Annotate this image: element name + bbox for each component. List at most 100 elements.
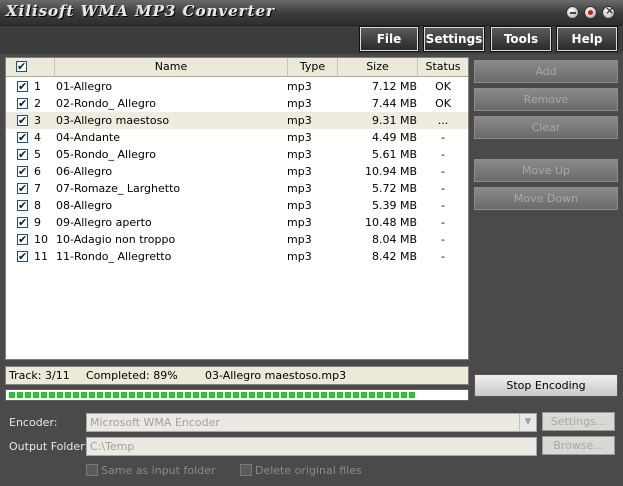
row-checkbox[interactable] [17,231,28,248]
row-number: 6 [34,165,41,178]
row-type: mp3 [287,165,312,178]
list-item[interactable]: 1 01-Allegro mp3 7.12 MB OK [6,78,468,95]
row-size: 7.44 MB [371,97,417,110]
list-item[interactable]: 4 04-Andante mp3 4.49 MB - [6,129,468,146]
row-type: mp3 [287,80,312,93]
row-type: mp3 [287,199,312,212]
row-status: - [441,216,445,229]
row-size: 4.49 MB [371,131,417,144]
row-number: 1 [34,80,41,93]
row-name: 06-Allegro [56,165,113,178]
row-number: 4 [34,131,41,144]
row-type: mp3 [287,114,312,127]
row-checkbox[interactable] [17,78,28,95]
header-status[interactable]: Status [418,58,468,76]
current-file-status: 03-Allegro maestoso.mp3 [205,369,347,382]
row-name: 11-Rondo_ Allegretto [56,250,172,263]
row-name: 01-Allegro [56,80,113,93]
row-checkbox[interactable] [17,163,28,180]
list-item[interactable]: 3 03-Allegro maestoso mp3 9.31 MB... [6,112,468,129]
row-status: - [441,131,445,144]
row-checkbox[interactable] [17,112,28,129]
list-item[interactable]: 11 11-Rondo_ Allegretto mp3 8.42 MB - [6,248,468,265]
progress-bar [5,389,469,401]
clear-button[interactable]: Clear [474,116,618,139]
row-checkbox[interactable] [17,197,28,214]
browse-button[interactable]: Browse... [542,436,615,455]
close-icon[interactable] [602,4,615,19]
menu-settings[interactable]: Settings [423,26,485,52]
header-select-all[interactable] [6,58,55,76]
list-item[interactable]: 10 10-Adagio non troppo mp3 8.04 MB - [6,231,468,248]
same-as-input-checkbox[interactable] [86,464,98,476]
output-folder-input[interactable]: C:\Temp [86,437,537,456]
list-item[interactable]: 8 08-Allegro mp3 5.39 MB - [6,197,468,214]
row-number: 7 [34,182,41,195]
row-type: mp3 [287,97,312,110]
completed-status: Completed: 89% [86,369,178,382]
maximize-icon[interactable] [584,6,597,19]
menu-tools[interactable]: Tools [490,26,552,52]
remove-button[interactable]: Remove [474,88,618,111]
delete-original-checkbox[interactable] [240,464,252,476]
row-checkbox[interactable] [17,214,28,231]
header-name[interactable]: Name [55,58,288,76]
header-type[interactable]: Type [288,58,338,76]
row-name: 10-Adagio non troppo [56,233,176,246]
row-number: 2 [34,97,41,110]
move-up-button[interactable]: Move Up [474,159,618,182]
row-type: mp3 [287,233,312,246]
move-down-button[interactable]: Move Down [474,187,618,210]
encoder-value: Microsoft WMA Encoder [90,416,220,429]
settings-panel: Encoder: Microsoft WMA Encoder ▼ Setting… [0,406,623,486]
row-type: mp3 [287,250,312,263]
row-type: mp3 [287,148,312,161]
list-item[interactable]: 6 06-Allegro mp3 10.94 MB - [6,163,468,180]
row-number: 11 [34,250,48,263]
list-item[interactable]: 2 02-Rondo_ Allegro mp3 7.44 MB OK [6,95,468,112]
row-status: - [441,148,445,161]
minimize-icon[interactable] [566,6,579,19]
add-button[interactable]: Add [474,60,618,83]
track-status: Track: 3/11 [9,369,70,382]
encoder-select[interactable]: Microsoft WMA Encoder ▼ [86,413,537,432]
status-bar: Track: 3/11 Completed: 89% 03-Allegro ma… [5,366,469,385]
encoder-settings-button[interactable]: Settings... [542,412,615,431]
row-number: 10 [34,233,48,246]
row-checkbox[interactable] [17,146,28,163]
row-checkbox[interactable] [17,180,28,197]
row-number: 8 [34,199,41,212]
same-as-input-label: Same as input folder [101,464,216,477]
header-size[interactable]: Size [338,58,418,76]
row-size: 7.12 MB [371,80,417,93]
file-list[interactable]: Name Type Size Status 1 01-Allegro mp3 7.12… [5,57,469,360]
row-size: 5.72 MB [371,182,417,195]
row-checkbox[interactable] [17,129,28,146]
row-status: - [441,165,445,178]
row-checkbox[interactable] [17,248,28,265]
row-type: mp3 [287,182,312,195]
menu-file[interactable]: File [359,26,419,52]
list-item[interactable]: 7 07-Romaze_ Larghetto mp3 5.72 MB - [6,180,468,197]
row-status: ... [437,114,449,127]
list-item[interactable]: 5 05-Rondo_ Allegro mp3 5.61 MB - [6,146,468,163]
row-name: 08-Allegro [56,199,113,212]
row-type: mp3 [287,131,312,144]
chevron-down-icon[interactable]: ▼ [519,414,536,431]
title-bar[interactable]: Xilisoft WMA MP3 Converter [0,0,623,26]
delete-original-label: Delete original files [255,464,362,477]
row-size: 8.04 MB [371,233,417,246]
select-all-checkbox[interactable] [16,58,27,76]
row-name: 05-Rondo_ Allegro [56,148,156,161]
menu-help[interactable]: Help [556,26,618,52]
stop-encoding-button[interactable]: Stop Encoding [474,374,618,397]
row-number: 5 [34,148,41,161]
row-checkbox[interactable] [17,95,28,112]
row-size: 5.39 MB [371,199,417,212]
row-status: - [441,199,445,212]
list-item[interactable]: 9 09-Allegro aperto mp3 10.48 MB - [6,214,468,231]
row-size: 10.94 MB [364,165,417,178]
row-size: 9.31 MB [371,114,417,127]
row-status: - [441,182,445,195]
progress-fill [9,392,415,398]
